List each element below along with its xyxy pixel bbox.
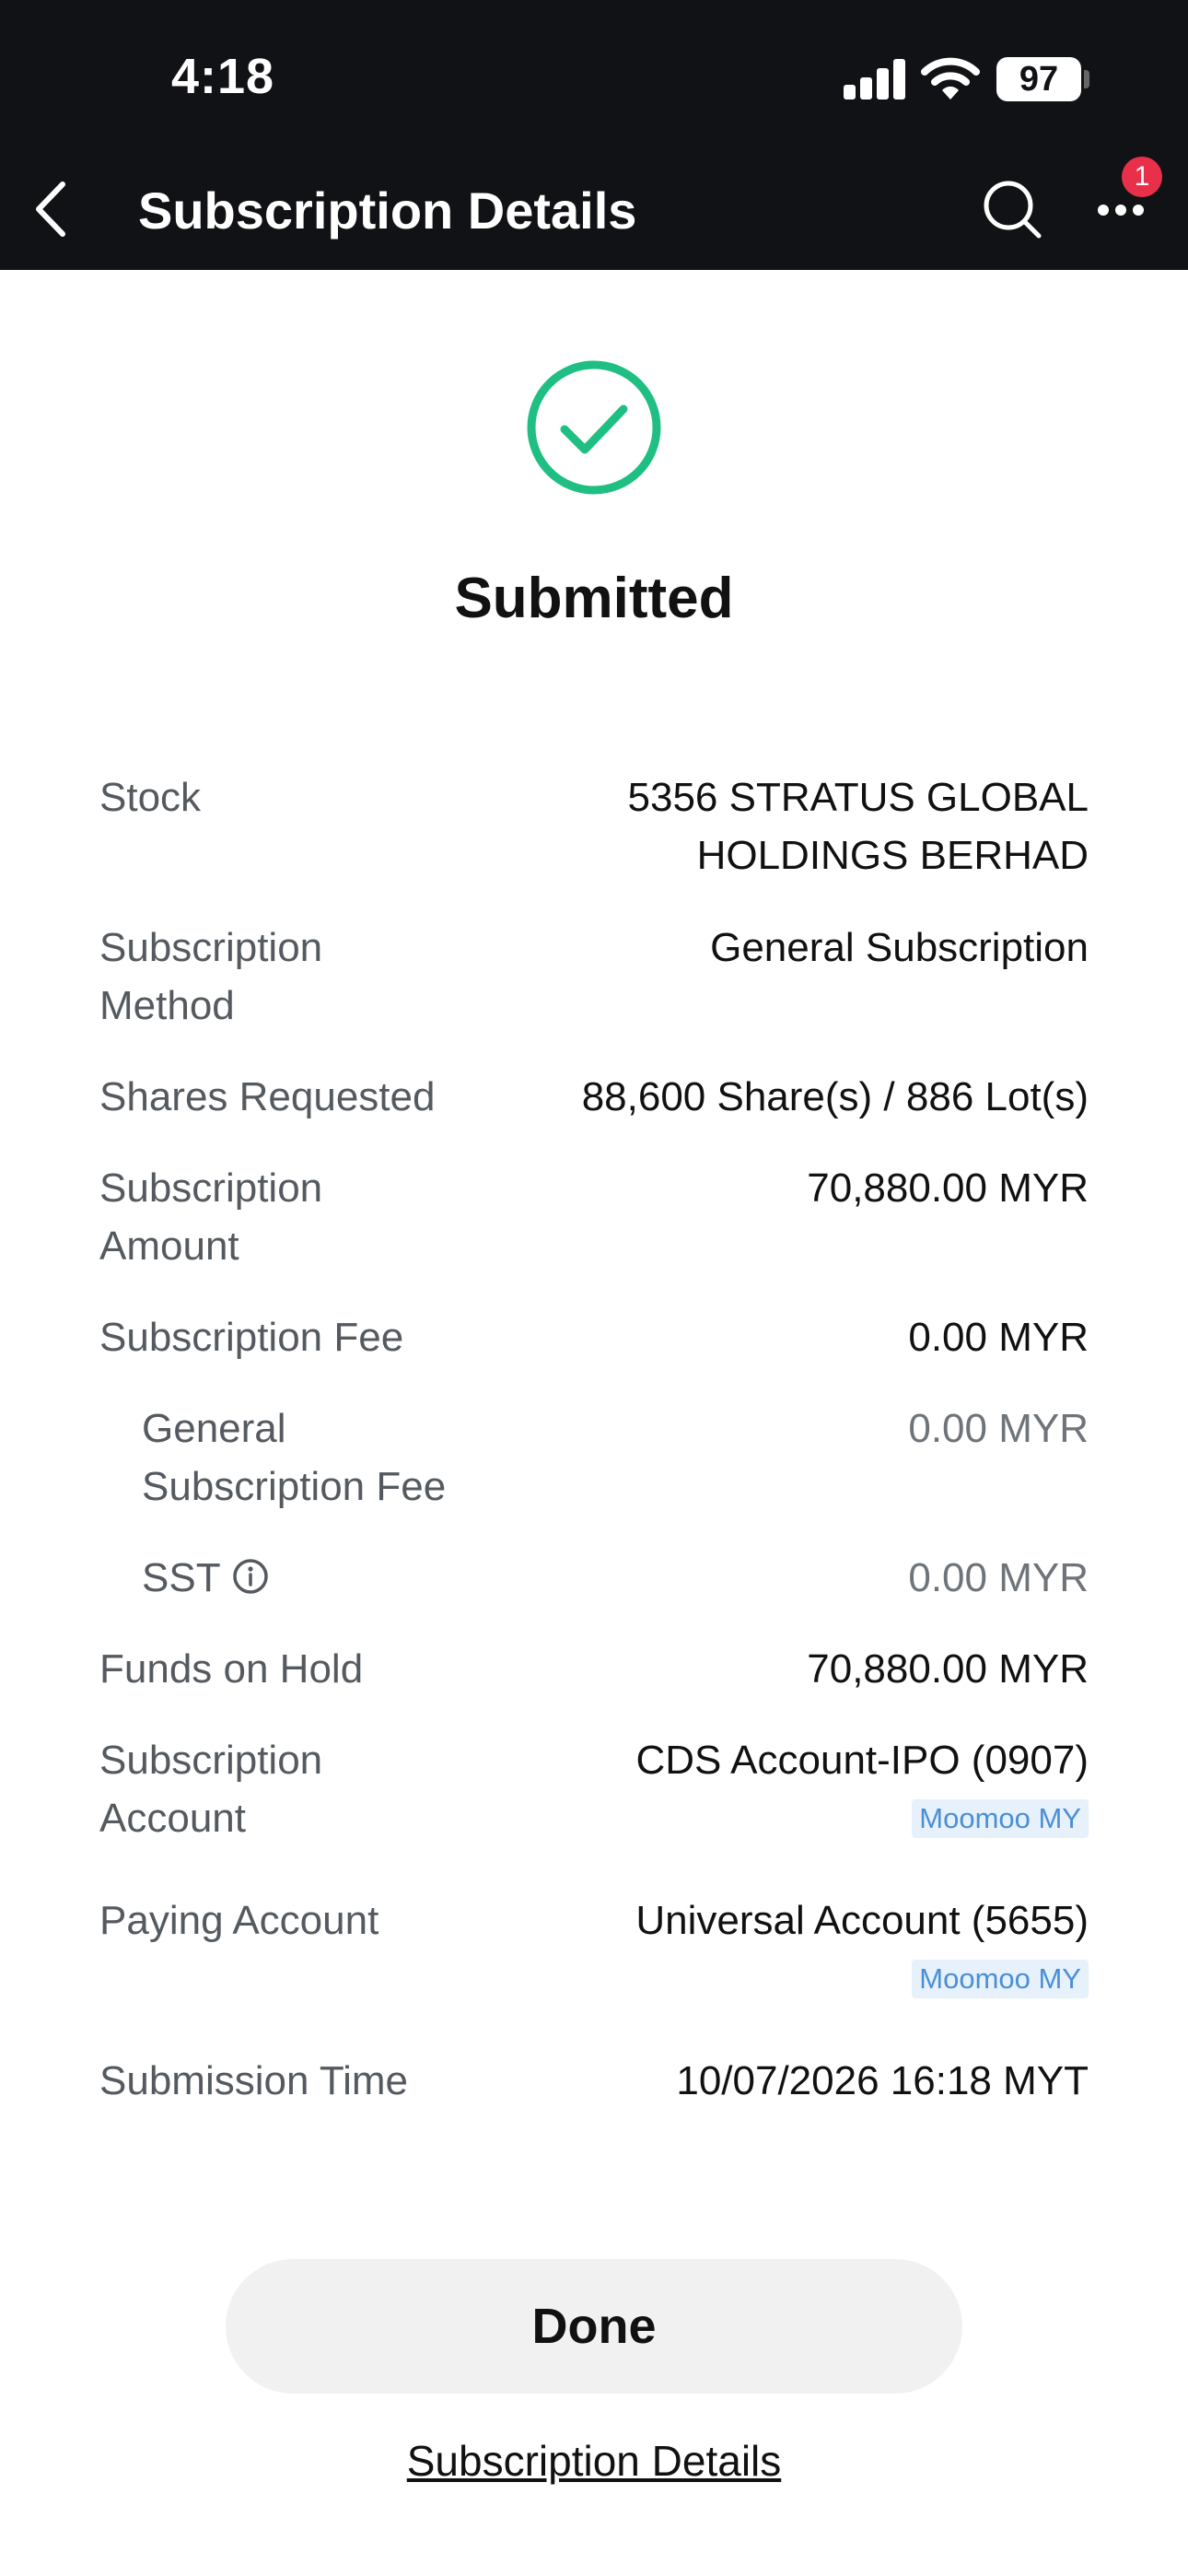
detail-label: SST bbox=[142, 1549, 565, 1607]
detail-label-line2: Method bbox=[99, 983, 235, 1028]
detail-label: Stock bbox=[99, 775, 202, 820]
broker-tag: Moomoo MY bbox=[912, 1960, 1089, 1998]
detail-label-line2: Amount bbox=[99, 1224, 239, 1269]
detail-label-line1: Subscription bbox=[99, 1738, 323, 1783]
notification-badge: 1 bbox=[1122, 157, 1162, 197]
success-check-icon bbox=[527, 360, 661, 495]
page-title: Subscription Details bbox=[138, 181, 637, 240]
detail-label-line1: Subscription bbox=[99, 1165, 323, 1211]
wifi-icon bbox=[921, 57, 980, 100]
detail-label: Funds on Hold bbox=[99, 1646, 364, 1692]
stock-value-line1: 5356 STRATUS GLOBAL bbox=[627, 775, 1089, 820]
cellular-signal-icon bbox=[844, 59, 905, 100]
back-arrow-icon[interactable] bbox=[28, 175, 74, 243]
detail-label: Shares Requested bbox=[99, 1074, 436, 1119]
paying-account-value: Universal Account (5655) bbox=[635, 1898, 1089, 1943]
stock-value: 5356 STRATUS GLOBAL HOLDINGS BERHAD bbox=[518, 768, 1089, 884]
broker-tag: Moomoo MY bbox=[912, 1799, 1089, 1838]
detail-label-line1: Subscription bbox=[99, 925, 323, 970]
detail-label: Subscription Amount bbox=[99, 1159, 523, 1275]
general-fee-value: 0.00 MYR bbox=[908, 1406, 1089, 1451]
detail-label: Subscription Method bbox=[99, 919, 523, 1035]
detail-label: Paying Account bbox=[99, 1898, 379, 1943]
battery-icon: 97 bbox=[996, 57, 1081, 101]
method-value: General Subscription bbox=[710, 925, 1089, 970]
submission-time-value: 10/07/2026 16:18 MYT bbox=[676, 2058, 1089, 2103]
search-icon[interactable] bbox=[980, 177, 1044, 241]
done-button[interactable]: Done bbox=[226, 2259, 962, 2394]
detail-label: General Subscription Fee bbox=[142, 1399, 565, 1516]
detail-label: Subscription Fee bbox=[99, 1315, 404, 1360]
sst-label: SST bbox=[142, 1555, 221, 1600]
info-icon[interactable] bbox=[232, 1558, 269, 1595]
detail-label-line1: General bbox=[142, 1406, 286, 1451]
amount-value: 70,880.00 MYR bbox=[807, 1165, 1089, 1211]
detail-label-line2: Subscription Fee bbox=[142, 1464, 447, 1509]
fee-value: 0.00 MYR bbox=[908, 1315, 1089, 1360]
status-bar-time: 4:18 bbox=[171, 49, 275, 104]
funds-on-hold-value: 70,880.00 MYR bbox=[807, 1646, 1089, 1692]
sst-value: 0.00 MYR bbox=[908, 1555, 1089, 1600]
battery-tip bbox=[1084, 70, 1089, 88]
subscription-account-value: CDS Account-IPO (0907) bbox=[635, 1738, 1089, 1783]
detail-label-line2: Account bbox=[99, 1796, 246, 1841]
status-title: Submitted bbox=[454, 567, 734, 630]
subscription-details-link[interactable]: Subscription Details bbox=[0, 2436, 1188, 2486]
detail-label: Subscription Account bbox=[99, 1731, 523, 1847]
shares-value: 88,600 Share(s) / 886 Lot(s) bbox=[581, 1074, 1089, 1119]
detail-label: Submission Time bbox=[99, 2058, 409, 2103]
stock-value-line2: HOLDINGS BERHAD bbox=[696, 833, 1089, 878]
